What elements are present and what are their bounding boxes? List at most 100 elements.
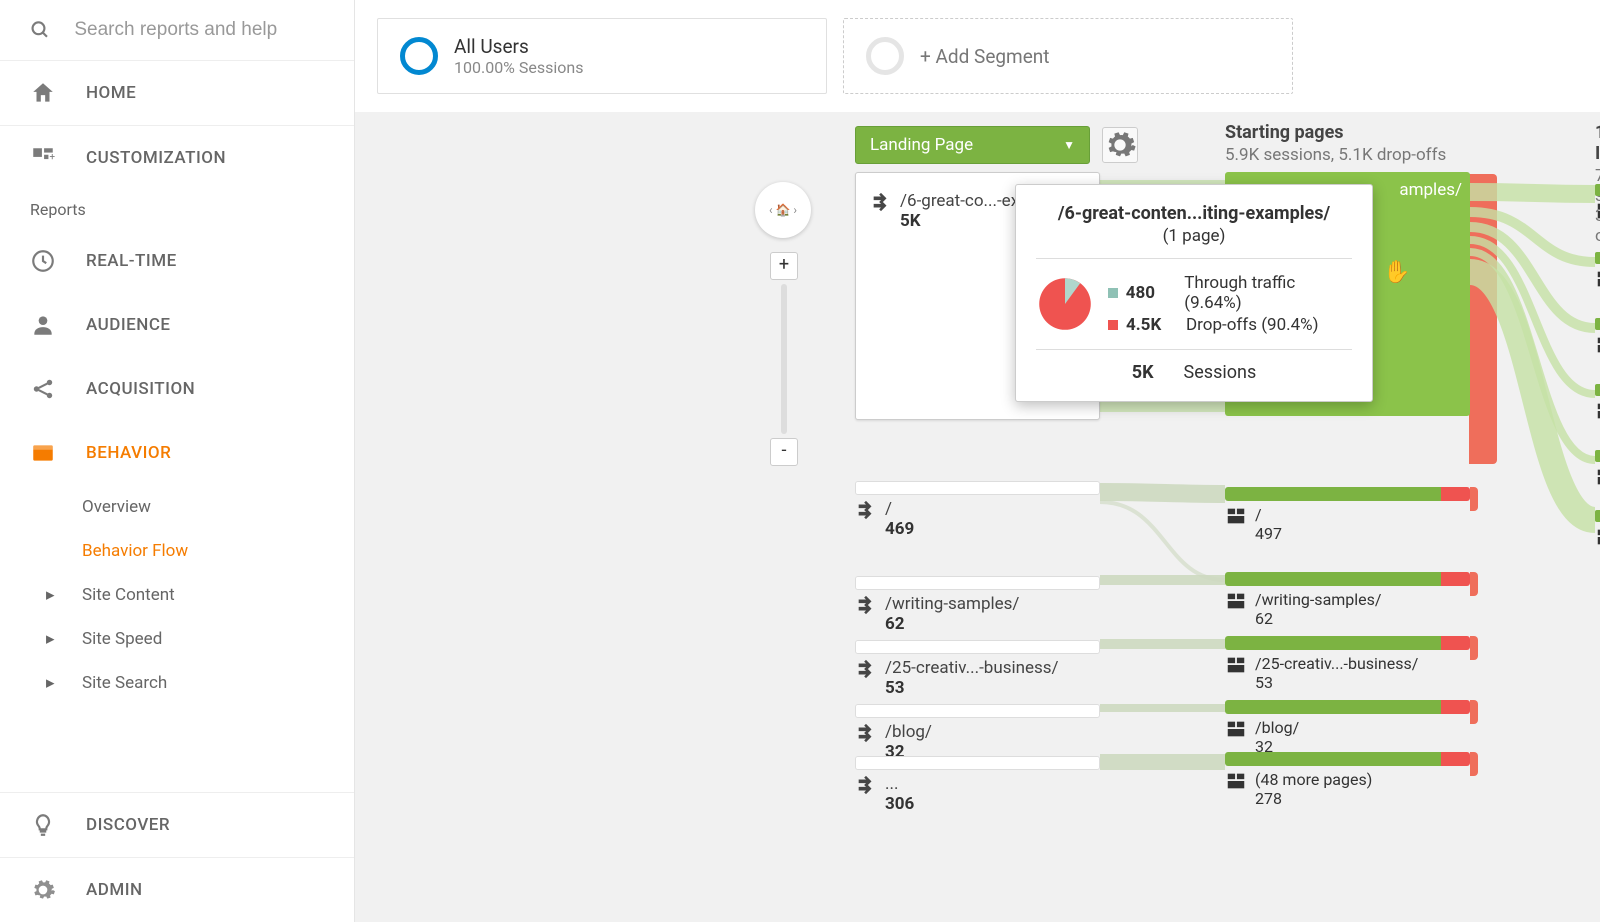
- nav-label: ACQUISITION: [86, 379, 195, 399]
- search-row: [0, 0, 354, 61]
- nav-acquisition[interactable]: ACQUISITION: [0, 357, 354, 421]
- entry-icon: [855, 774, 877, 796]
- entry-icon: [855, 499, 877, 521]
- node-label: /: [885, 499, 914, 519]
- landing-node[interactable]: ... 306: [855, 752, 1100, 822]
- node-label: /25-creativ...-business/: [885, 658, 1059, 678]
- nav-label: ADMIN: [86, 880, 143, 900]
- interaction-node[interactable]: /writing-samples/ 187: [1595, 184, 1600, 238]
- node-label: /: [1255, 505, 1282, 524]
- flow-nav-compass[interactable]: ‹ 🏠 ›: [755, 182, 811, 238]
- node-label: /blog/: [885, 722, 932, 742]
- zoom-in-button[interactable]: +: [770, 252, 798, 280]
- dimension-selector[interactable]: Landing Page ▼: [855, 126, 1090, 164]
- subnav-behavior-flow[interactable]: Behavior Flow: [82, 529, 354, 573]
- node-label: /blog/: [1255, 718, 1299, 737]
- nav-label: CUSTOMIZATION: [86, 148, 226, 168]
- search-icon: [30, 18, 50, 42]
- zoom-control: + -: [770, 252, 798, 466]
- dropoff-indicator: [1469, 174, 1497, 464]
- behavior-flow-canvas[interactable]: Landing Page ▼ Starting pages 5.9K sessi…: [355, 112, 1600, 912]
- dropoff-indicator: [1470, 752, 1478, 776]
- entry-icon: [870, 191, 892, 213]
- through-label: Through traffic (9.64%): [1184, 273, 1352, 313]
- interaction-node[interactable]: /copywriting/ 67: [1595, 384, 1600, 438]
- entry-icon: [855, 658, 877, 680]
- nav-realtime[interactable]: REAL-TIME: [0, 229, 354, 293]
- subnav-site-content[interactable]: ▸Site Content: [82, 573, 354, 617]
- subnav-site-speed[interactable]: ▸Site Speed: [82, 617, 354, 661]
- page-icon: [1595, 200, 1600, 222]
- subnav-overview[interactable]: Overview: [82, 485, 354, 529]
- node-value: 306: [885, 794, 914, 814]
- reports-heading: Reports: [0, 190, 354, 229]
- segment-title: All Users: [454, 35, 583, 58]
- interaction-node[interactable]: /about-me/ 81: [1595, 252, 1600, 306]
- node-label: /25-creativ...-business/: [1255, 654, 1418, 673]
- total-label: Sessions: [1184, 362, 1257, 383]
- clock-icon: [30, 248, 56, 274]
- node-value: 53: [885, 678, 1059, 698]
- through-count: 480: [1126, 283, 1177, 303]
- node-value: 278: [1255, 789, 1372, 808]
- subnav-label: Site Speed: [82, 629, 162, 649]
- dropoff-indicator: [1470, 487, 1478, 511]
- dimension-label: Landing Page: [870, 135, 973, 155]
- tooltip-sub: (1 page): [1036, 226, 1352, 246]
- page-icon: [1595, 268, 1600, 290]
- column-title: 1st Interaction: [1595, 122, 1600, 164]
- flow-settings-button[interactable]: [1102, 127, 1138, 163]
- page-icon: [1225, 654, 1247, 676]
- starting-node[interactable]: /blog/ 32: [1225, 700, 1470, 756]
- nav-admin[interactable]: ADMIN: [0, 858, 354, 922]
- subnav-label: Site Search: [82, 673, 167, 693]
- segment-ring-icon: [400, 37, 438, 75]
- nav-home[interactable]: HOME: [0, 61, 354, 125]
- caret-right-icon: ▸: [46, 629, 70, 649]
- node-label: /6-great-co...-exa: [900, 191, 1028, 211]
- nav-audience[interactable]: AUDIENCE: [0, 293, 354, 357]
- starting-node[interactable]: /writing-samples/ 62: [1225, 572, 1470, 628]
- entry-icon: [855, 722, 877, 744]
- entry-icon: [855, 594, 877, 616]
- node-value: 497: [1255, 524, 1282, 543]
- node-label: amples/: [1399, 180, 1462, 200]
- nav-customization[interactable]: + CUSTOMIZATION: [0, 126, 354, 190]
- landing-node[interactable]: /25-creativ...-business/ 53: [855, 636, 1100, 706]
- column-title: Starting pages: [1225, 122, 1446, 143]
- nav-discover[interactable]: DISCOVER: [0, 793, 354, 857]
- add-segment-label: + Add Segment: [920, 45, 1050, 68]
- segment-all-users[interactable]: All Users 100.00% Sessions: [377, 18, 827, 94]
- behavior-icon: [30, 440, 56, 466]
- node-label: ...: [885, 774, 914, 794]
- home-icon: [30, 80, 56, 106]
- node-label: /writing-samples/: [885, 594, 1019, 614]
- landing-node[interactable]: /writing-samples/ 62: [855, 572, 1100, 642]
- add-segment[interactable]: + Add Segment: [843, 18, 1293, 94]
- zoom-track[interactable]: [781, 284, 787, 434]
- dropoff-count: 4.5K: [1126, 315, 1178, 335]
- dropoff-label: Drop-offs (90.4%): [1186, 315, 1319, 335]
- node-value: 62: [1255, 609, 1382, 628]
- search-input[interactable]: [74, 19, 324, 41]
- main-panel: All Users 100.00% Sessions + Add Segment…: [355, 0, 1600, 922]
- caret-right-icon: ▸: [46, 585, 70, 605]
- page-icon: [1595, 466, 1600, 488]
- interaction-node[interactable]: /blogging/ 62: [1595, 450, 1600, 504]
- share-icon: [30, 376, 56, 402]
- lightbulb-icon: [30, 812, 56, 838]
- zoom-out-button[interactable]: -: [770, 438, 798, 466]
- nav-label: REAL-TIME: [86, 251, 177, 271]
- nav-behavior[interactable]: BEHAVIOR: [0, 421, 354, 485]
- subnav-site-search[interactable]: ▸Site Search: [82, 661, 354, 705]
- page-icon: [1225, 590, 1247, 612]
- caret-right-icon: ▸: [46, 673, 70, 693]
- page-icon: [1595, 334, 1600, 356]
- starting-node[interactable]: /25-creativ...-business/ 53: [1225, 636, 1470, 692]
- starting-node[interactable]: / 497: [1225, 487, 1470, 543]
- interaction-node[interactable]: /content-marketing/ 81: [1595, 318, 1600, 372]
- interaction-node[interactable]: (32 more pages) 296: [1595, 510, 1600, 564]
- total-count: 5K: [1132, 362, 1154, 383]
- landing-node[interactable]: / 469: [855, 477, 1100, 547]
- starting-node[interactable]: (48 more pages) 278: [1225, 752, 1470, 808]
